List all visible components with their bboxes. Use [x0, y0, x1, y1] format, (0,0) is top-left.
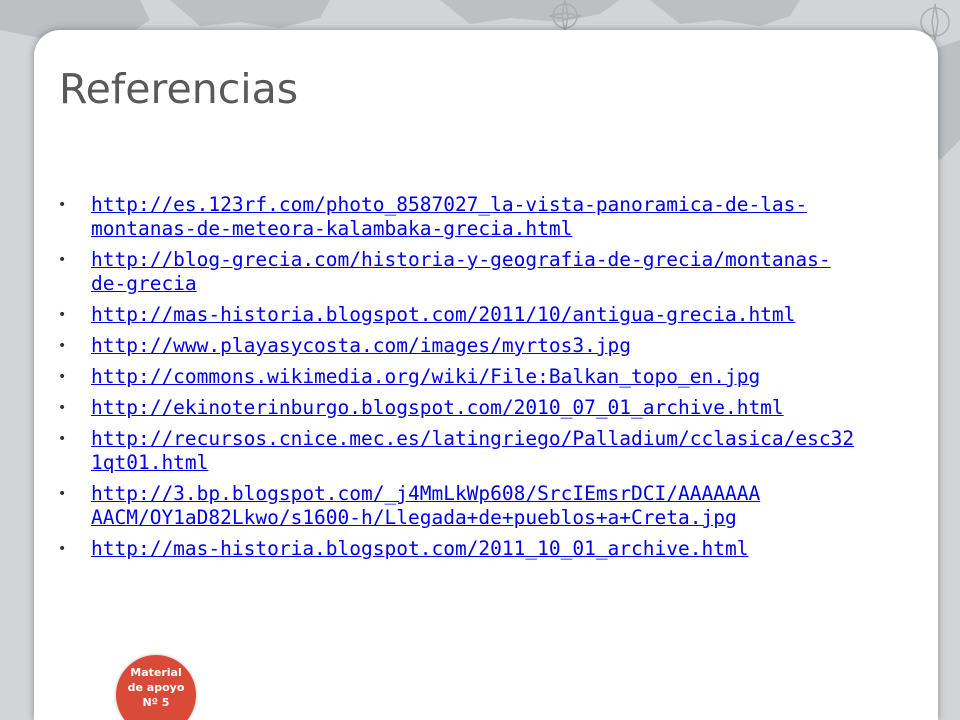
bullet-icon: •	[58, 486, 67, 502]
reference-item: • http://mas-historia.blogspot.com/2011_1…	[56, 537, 906, 561]
reference-item: • http://es.123rf.com/photo_8587027_la-vi…	[56, 193, 906, 241]
bullet-icon: •	[58, 369, 67, 385]
reference-link[interactable]: http://mas-historia.blogspot.com/2011/10…	[91, 303, 795, 326]
reference-item: • http://commons.wikimedia.org/wiki/File:…	[56, 365, 906, 389]
bullet-icon: •	[58, 197, 67, 213]
reference-link[interactable]: http://recursos.cnice.mec.es/latingriego…	[91, 427, 854, 474]
reference-link[interactable]: http://es.123rf.com/photo_8587027_la-vis…	[91, 193, 807, 240]
bullet-icon: •	[58, 431, 67, 447]
reference-item: • http://ekinoterinburgo.blogspot.com/201…	[56, 396, 906, 420]
reference-item: • http://recursos.cnice.mec.es/latingrieg…	[56, 427, 906, 475]
reference-list: • http://es.123rf.com/photo_8587027_la-vi…	[56, 193, 906, 568]
bullet-icon: •	[58, 252, 67, 268]
badge-line-2: de apoyo	[127, 681, 185, 694]
bullet-icon: •	[58, 307, 67, 323]
bullet-icon: •	[58, 338, 67, 354]
reference-link[interactable]: http://mas-historia.blogspot.com/2011_10…	[91, 537, 748, 560]
bullet-icon: •	[58, 541, 67, 557]
reference-link[interactable]: http://blog-grecia.com/historia-y-geogra…	[91, 248, 831, 295]
reference-link[interactable]: http://www.playasycosta.com/images/myrto…	[91, 334, 631, 357]
material-de-apoyo-badge: Material de apoyo Nº 5	[116, 655, 196, 720]
reference-link[interactable]: http://3.bp.blogspot.com/_j4MmLkWp608/Sr…	[91, 482, 760, 529]
slide-title: Referencias	[59, 65, 299, 113]
reference-link[interactable]: http://commons.wikimedia.org/wiki/File:B…	[91, 365, 760, 388]
badge-line-3: Nº 5	[142, 696, 170, 709]
bullet-icon: •	[58, 400, 67, 416]
reference-item: • http://mas-historia.blogspot.com/2011/1…	[56, 303, 906, 327]
reference-item: • http://3.bp.blogspot.com/_j4MmLkWp608/S…	[56, 482, 906, 530]
reference-item: • http://blog-grecia.com/historia-y-geogr…	[56, 248, 906, 296]
reference-link[interactable]: http://ekinoterinburgo.blogspot.com/2010…	[91, 396, 784, 419]
badge-line-1: Material	[130, 666, 182, 679]
reference-item: • http://www.playasycosta.com/images/myrt…	[56, 334, 906, 358]
